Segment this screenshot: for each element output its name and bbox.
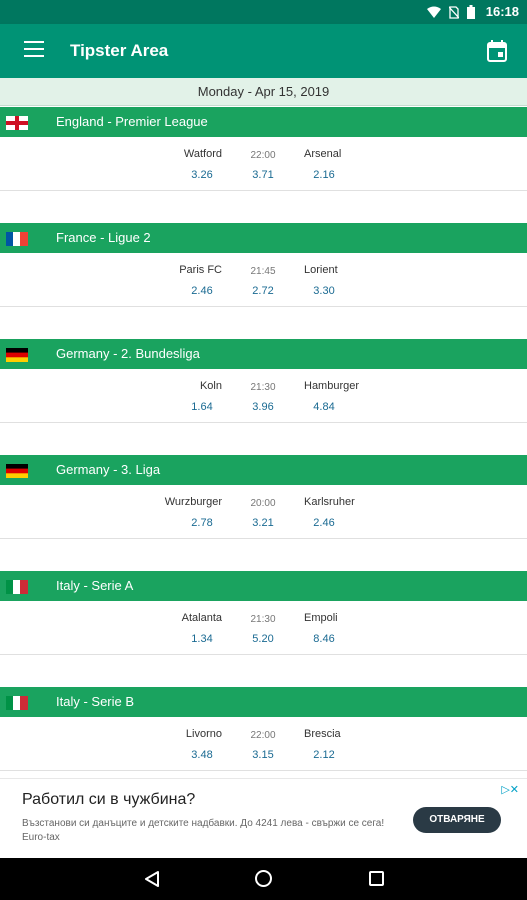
odd-draw: 3.21 [252,517,274,529]
ad-description: Възстанови си данъците и детските надбав… [22,818,385,843]
wifi-icon [427,6,441,18]
league-section: Italy - Serie A Atalanta 21:30 Empoli 1.… [0,570,527,686]
status-bar: 16:18 [0,0,527,24]
odd-away: 2.16 [313,169,335,181]
date-header[interactable]: Monday - Apr 15, 2019 [0,78,527,106]
odd-away: 2.12 [313,749,335,761]
away-team: Empoli [304,612,338,624]
menu-icon[interactable] [24,41,44,59]
ad-open-button[interactable]: ОТВАРЯНЕ [413,807,501,833]
odd-home: 3.48 [191,749,213,761]
odd-home: 3.26 [191,169,213,181]
odd-away: 2.46 [313,517,335,529]
adchoices-icon[interactable]: ▷✕ [501,783,519,796]
league-header[interactable]: Germany - 3. Liga [0,455,527,485]
league-section: Germany - 2. Bundesliga Koln 21:30 Hambu… [0,338,527,454]
match-row[interactable]: Paris FC 21:45 Lorient 2.46 2.72 3.30 [0,253,527,307]
app-title: Tipster Area [70,41,169,60]
away-team: Brescia [304,728,341,740]
match-row[interactable]: Watford 22:00 Arsenal 3.26 3.71 2.16 [0,137,527,191]
home-team: Livorno [185,728,222,740]
ad-headline[interactable]: Работил си в чужбина? [22,791,195,809]
recent-apps-icon[interactable] [369,871,384,886]
match-row[interactable]: Livorno 22:00 Brescia 3.48 3.15 2.12 [0,717,527,771]
home-team: Atalanta [181,612,222,624]
league-header[interactable]: Italy - Serie B [0,687,527,717]
league-name: England - Premier League [56,114,208,129]
away-team: Lorient [304,264,338,276]
ad-banner[interactable]: ▷✕ Работил си в чужбина? Възстанови си д… [0,778,527,858]
italy-flag-icon [6,696,28,710]
odd-home: 1.64 [191,401,213,413]
clock: 16:18 [485,4,519,19]
odd-home: 2.78 [191,517,213,529]
germany-flag-icon [6,348,28,362]
league-header[interactable]: Italy - Serie A [0,571,527,601]
league-name: Italy - Serie A [56,578,134,593]
odd-draw: 3.15 [252,749,274,761]
match-time: 22:00 [250,150,276,161]
league-list: England - Premier League Watford 22:00 A… [0,106,527,802]
odd-home: 2.46 [191,285,213,297]
league-name: Italy - Serie B [56,694,135,709]
away-team: Karlsruher [304,496,355,508]
app-bar: Tipster Area [0,24,527,78]
germany-flag-icon [6,464,28,478]
odd-draw: 3.96 [252,401,274,413]
odd-home: 1.34 [191,633,213,645]
match-time: 20:00 [250,498,276,509]
back-icon[interactable] [144,871,160,887]
away-team: Arsenal [304,148,342,160]
italy-flag-icon [6,580,28,594]
match-time: 22:00 [250,730,276,741]
odd-away: 8.46 [313,633,335,645]
league-section: France - Ligue 2 Paris FC 21:45 Lorient … [0,222,527,338]
league-header[interactable]: Germany - 2. Bundesliga [0,339,527,369]
status-icons [427,5,475,19]
match-time: 21:45 [250,266,276,277]
home-team: Watford [183,148,222,160]
odd-draw: 2.72 [252,285,274,297]
away-team: Hamburger [304,380,360,392]
system-nav-bar [0,858,527,900]
match-row[interactable]: Koln 21:30 Hamburger 1.64 3.96 4.84 [0,369,527,423]
match-time: 21:30 [250,382,276,393]
league-section: Germany - 3. Liga Wurzburger 20:00 Karls… [0,454,527,570]
england-flag-icon [6,116,28,130]
league-name: Germany - 2. Bundesliga [56,346,200,361]
calendar-icon[interactable] [486,39,508,63]
home-team: Paris FC [179,264,222,276]
odd-draw: 5.20 [252,633,274,645]
france-flag-icon [6,232,28,246]
match-time: 21:30 [250,614,276,625]
league-section: England - Premier League Watford 22:00 A… [0,106,527,222]
odd-away: 3.30 [313,285,335,297]
odd-draw: 3.71 [252,169,274,181]
no-sim-icon [449,5,459,19]
home-team: Wurzburger [164,496,222,508]
league-name: Germany - 3. Liga [56,462,161,477]
league-header[interactable]: England - Premier League [0,107,527,137]
match-row[interactable]: Wurzburger 20:00 Karlsruher 2.78 3.21 2.… [0,485,527,539]
league-header[interactable]: France - Ligue 2 [0,223,527,253]
battery-icon [467,5,475,19]
home-icon[interactable] [255,870,272,887]
league-name: France - Ligue 2 [56,230,151,245]
match-row[interactable]: Atalanta 21:30 Empoli 1.34 5.20 8.46 [0,601,527,655]
odd-away: 4.84 [313,401,335,413]
home-team: Koln [199,380,222,392]
